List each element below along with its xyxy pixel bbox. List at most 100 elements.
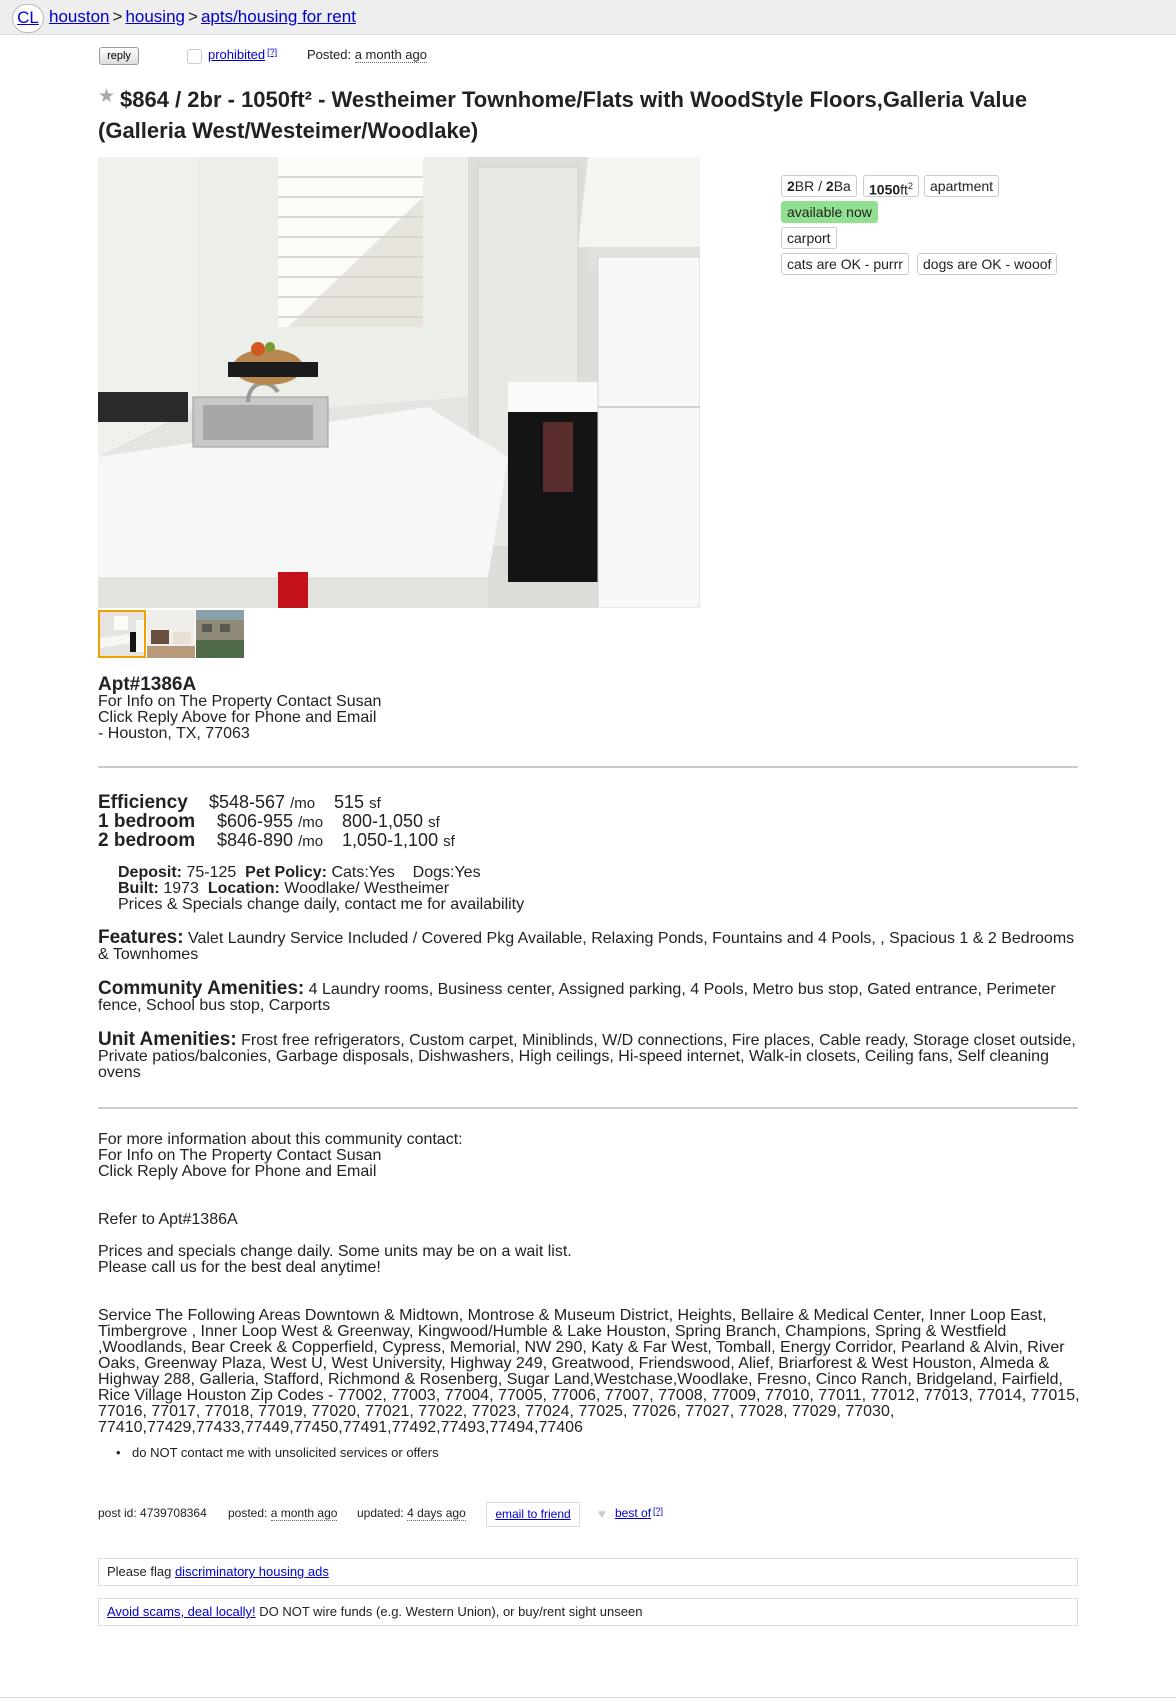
rate-price: $606-955 <box>217 811 294 831</box>
prices-note: Prices and specials change daily. Some u… <box>98 1244 572 1276</box>
scam-warning-text: DO NOT wire funds (e.g. Western Union), … <box>259 1604 643 1619</box>
rate-unit: sf <box>443 833 455 850</box>
rate-per: /mo <box>298 814 324 831</box>
pricing-note: Prices & Specials change daily, contact … <box>118 896 525 913</box>
avoid-scams-link[interactable]: Avoid scams, deal locally! <box>107 1604 256 1619</box>
posted-label: posted: <box>228 1506 268 1520</box>
post-id: post id: 4739708364 <box>98 1506 207 1520</box>
rate-price: $846-890 <box>217 830 294 850</box>
kitchen-photo-image <box>98 157 700 608</box>
heart-icon: ♥ <box>598 1506 606 1521</box>
rate-per: /mo <box>290 795 316 812</box>
scam-warning-notice: Avoid scams, deal locally! DO NOT wire f… <box>98 1598 1078 1626</box>
photo-thumbnail-2[interactable] <box>147 610 195 658</box>
unit-amenities-text: Frost free refrigerators, Custom carpet,… <box>98 1032 1076 1081</box>
apartment-number: Apt#1386A <box>98 674 197 695</box>
best-of-help-link[interactable]: [?] <box>653 1506 663 1516</box>
no-unsolicited-text: do NOT contact me with unsolicited servi… <box>132 1445 439 1460</box>
location-label: Location: <box>207 880 280 897</box>
best-of-link[interactable]: best of <box>615 1506 651 1520</box>
rate-size: 1,050-1,100 <box>342 830 439 850</box>
breadcrumb-apts-housing[interactable]: apts/housing for rent <box>201 7 356 26</box>
main-photo[interactable] <box>98 157 700 608</box>
posted-date: Posted: a month ago <box>307 47 427 63</box>
rate-type: 2 bedroom <box>98 830 196 851</box>
prohibited-help-link[interactable]: [?] <box>267 47 277 57</box>
rate-row: 2 bedroom $846-890 /mo 1,050-1,100 sf <box>98 830 455 852</box>
posted-value: a month ago <box>354 47 427 63</box>
location-line: - Houston, TX, 77063 <box>98 725 250 742</box>
unit-amenities-section: Unit Amenities: Frost free refrigerators… <box>98 1029 1083 1081</box>
flag-notice-text: Please flag <box>107 1564 172 1579</box>
posting-title: $864 / 2br - 1050ft² - Westheimer Townho… <box>98 84 1058 146</box>
attr-square-feet: 1050ft2 <box>863 175 919 198</box>
refer-line: Refer to Apt#1386A <box>98 1211 238 1228</box>
craigslist-logo[interactable]: CL <box>12 4 44 33</box>
rate-size: 515 <box>334 792 365 812</box>
rate-type: Efficiency <box>98 792 188 813</box>
breadcrumb-houston[interactable]: houston <box>49 7 110 26</box>
attr-bedrooms-bathrooms: 2BR / 2Ba <box>781 175 857 197</box>
contact-line-2: Click Reply Above for Phone and Email <box>98 709 377 726</box>
photo-thumbnail-3[interactable] <box>196 610 244 658</box>
contact-line-1: For Info on The Property Contact Susan <box>98 693 382 710</box>
posting-title-line2: (Galleria West/Westeimer/Woodlake) <box>98 118 479 143</box>
divider <box>98 1107 1078 1109</box>
posted-label: Posted: <box>307 47 352 62</box>
more-info-line-3: Click Reply Above for Phone and Email <box>98 1163 377 1180</box>
rate-price: $548-567 <box>209 792 286 812</box>
service-areas: Service The Following Areas Downtown & M… <box>98 1307 1080 1436</box>
flag-discrimination-notice: Please flag discriminatory housing ads <box>98 1558 1078 1586</box>
breadcrumb: houston > housing > apts/housing for rent <box>49 7 356 27</box>
prices-note-line-1: Prices and specials change daily. Some u… <box>98 1243 572 1260</box>
built-location-line: Built: 1973 Location: Woodlake/ Westheim… <box>118 881 524 897</box>
more-info: For more information about this communit… <box>98 1132 463 1180</box>
more-info-line-2: For Info on The Property Contact Susan <box>98 1147 382 1164</box>
community-amenities-label: Community Amenities: <box>98 978 305 999</box>
rate-type: 1 bedroom <box>98 811 196 832</box>
apartment-info: Apt#1386A For Info on The Property Conta… <box>98 674 382 742</box>
prices-note-line-2: Please call us for the best deal anytime… <box>98 1259 381 1276</box>
post-updated-date: updated: 4 days ago <box>357 1506 466 1521</box>
attr-cats-ok: cats are OK - purrr <box>781 253 909 275</box>
pet-policy-label: Pet Policy: <box>245 864 327 881</box>
breadcrumb-housing[interactable]: housing <box>125 7 185 26</box>
discriminatory-housing-link[interactable]: discriminatory housing ads <box>175 1564 329 1579</box>
photo-thumbnail-1[interactable] <box>98 610 146 658</box>
updated-value: 4 days ago <box>407 1506 466 1521</box>
attr-housing-type: apartment <box>924 175 1000 197</box>
unit-amenities-label: Unit Amenities: <box>98 1029 237 1050</box>
rate-unit: sf <box>369 795 381 812</box>
prohibited-link[interactable]: prohibited <box>208 47 265 62</box>
footer-divider <box>0 1697 1176 1698</box>
more-info-line-1: For more information about this communit… <box>98 1131 463 1148</box>
flag-checkbox[interactable] <box>187 49 202 64</box>
top-bar: CL houston > housing > apts/housing for rent <box>0 0 1176 35</box>
attr-dogs-ok: dogs are OK - wooof <box>917 253 1058 275</box>
deposit-value: 75-125 <box>186 864 237 881</box>
features-text: Valet Laundry Service Included / Covered… <box>98 930 1075 963</box>
location-value: Woodlake/ Westheimer <box>284 880 450 897</box>
posted-value: a month ago <box>270 1506 338 1521</box>
rate-size: 800-1,050 <box>342 811 424 831</box>
features-label: Features: <box>98 927 184 948</box>
attr-parking: carport <box>781 227 837 249</box>
deposit-label: Deposit: <box>118 864 182 881</box>
built-label: Built: <box>118 880 159 897</box>
notice-list-item: do NOT contact me with unsolicited servi… <box>116 1445 439 1460</box>
star-favorite-icon[interactable]: ★ <box>98 87 116 106</box>
rate-unit: sf <box>428 814 440 831</box>
built-value: 1973 <box>163 880 199 897</box>
deposit-pet-line: Deposit: 75-125 Pet Policy: Cats:Yes Dog… <box>118 865 524 881</box>
updated-label: updated: <box>357 1506 404 1520</box>
pet-policy-value: Cats:Yes Dogs:Yes <box>331 864 481 881</box>
divider <box>98 766 1078 768</box>
email-to-friend-button[interactable]: email to friend <box>486 1502 580 1527</box>
reply-button[interactable]: reply <box>99 47 139 65</box>
breadcrumb-separator: > <box>188 7 198 26</box>
rate-per: /mo <box>298 833 324 850</box>
features-section: Features: Valet Laundry Service Included… <box>98 927 1083 963</box>
attr-availability-badge: available now <box>781 201 878 223</box>
posting-title-line1: $864 / 2br - 1050ft² - Westheimer Townho… <box>120 87 1028 112</box>
breadcrumb-separator: > <box>112 7 123 26</box>
